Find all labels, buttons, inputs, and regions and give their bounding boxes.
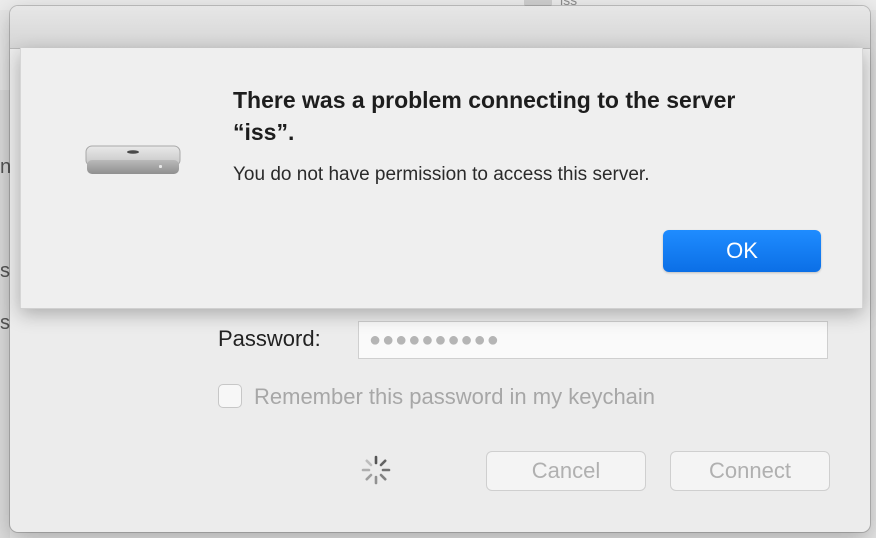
password-field[interactable]: ●●●●●●●●●● — [358, 321, 828, 359]
ok-button[interactable]: OK — [663, 230, 821, 272]
background-text-fragment: s — [0, 312, 10, 334]
alert-message: You do not have permission to access thi… — [233, 164, 650, 185]
dialog-titlebar — [10, 6, 870, 49]
connect-button[interactable]: Connect — [670, 451, 830, 491]
remember-password-checkbox[interactable] — [218, 384, 242, 408]
password-label: Password: — [218, 326, 321, 351]
background-text-fragment: s — [0, 260, 10, 282]
cancel-button[interactable]: Cancel — [486, 451, 646, 491]
alert-title: There was a problem connecting to the se… — [233, 87, 736, 145]
error-alert-sheet: There was a problem connecting to the se… — [20, 48, 863, 308]
progress-spinner-icon — [361, 455, 391, 485]
mac-mini-icon — [85, 145, 181, 174]
remember-password-label: Remember this password in my keychain — [254, 384, 656, 409]
